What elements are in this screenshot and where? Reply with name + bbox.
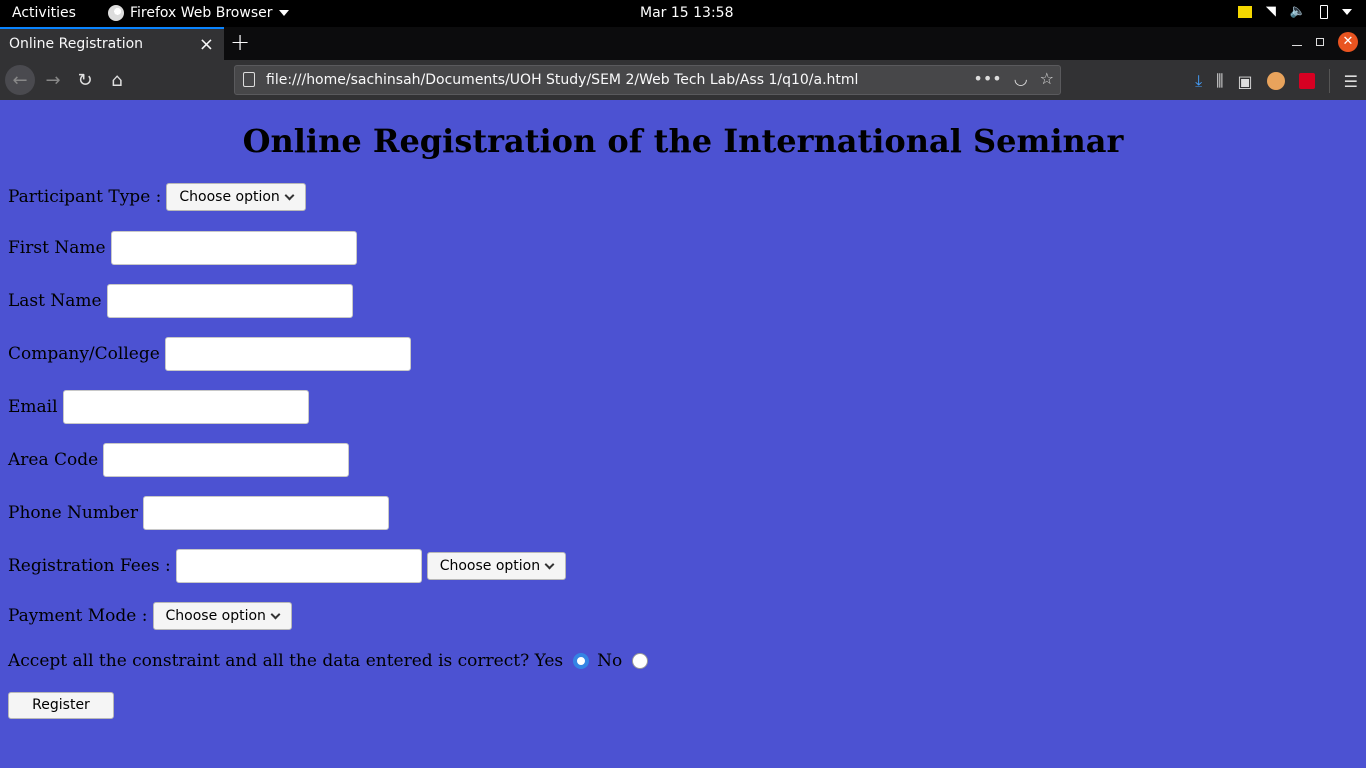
page-title: Online Registration of the International…: [242, 122, 1124, 160]
url-bar[interactable]: file:///home/sachinsah/Documents/UOH Stu…: [234, 65, 1061, 95]
fees-select-value: Choose option: [439, 558, 541, 574]
minimize-button[interactable]: [1292, 44, 1302, 46]
phone-row: Phone Number: [8, 496, 390, 530]
register-button[interactable]: Register: [8, 692, 114, 719]
accept-yes-radio[interactable]: [573, 653, 590, 669]
library-icon[interactable]: ⫼: [1216, 71, 1223, 91]
accept-row: Accept all the constraint and all the da…: [8, 651, 656, 671]
participant-type-select-value: Choose option: [179, 189, 280, 205]
hamburger-menu-icon[interactable]: ☰: [1344, 72, 1358, 91]
system-menu-caret-icon[interactable]: [1342, 8, 1352, 15]
download-icon[interactable]: ⤓: [1195, 71, 1202, 91]
accept-no-radio[interactable]: [632, 653, 649, 669]
email-row: Email: [8, 390, 309, 424]
last-name-input[interactable]: [106, 284, 353, 318]
tab-close-icon[interactable]: ×: [199, 34, 214, 55]
page-icon: [243, 72, 255, 87]
fees-select[interactable]: Choose option: [426, 552, 567, 580]
chevron-down-icon: [544, 559, 555, 569]
tab-title: Online Registration: [9, 36, 144, 52]
phone-label: Phone Number: [8, 503, 139, 523]
maximize-button[interactable]: [1316, 38, 1324, 46]
volume-icon: 🔈: [1289, 4, 1306, 19]
caret-down-icon: [278, 10, 289, 16]
area-code-input[interactable]: [103, 443, 350, 477]
reload-button[interactable]: ↻: [70, 65, 100, 95]
company-input[interactable]: [164, 337, 411, 371]
navigation-toolbar: ← → ↻ ⌂ file:///home/sachinsah/Documents…: [0, 60, 1366, 100]
page-content: Online Registration of the International…: [0, 100, 1366, 768]
accept-label: Accept all the constraint and all the da…: [8, 651, 564, 671]
payment-mode-select[interactable]: Choose option: [152, 602, 292, 630]
toolbar-separator: [1328, 69, 1330, 93]
window-controls: ✕: [1292, 32, 1358, 52]
back-button[interactable]: ←: [5, 65, 35, 95]
first-name-input[interactable]: [110, 231, 357, 265]
forward-button[interactable]: →: [38, 65, 68, 95]
sidebar-icon[interactable]: ▣: [1238, 72, 1253, 91]
tab-strip: Online Registration × + ✕: [0, 27, 1366, 60]
notes-icon[interactable]: [1237, 5, 1252, 18]
wifi-icon: ◥: [1265, 4, 1276, 19]
company-row: Company/College: [8, 337, 411, 371]
payment-mode-select-value: Choose option: [165, 608, 266, 624]
app-menu-label: Firefox Web Browser: [130, 5, 273, 21]
first-name-row: First Name: [8, 231, 357, 265]
chevron-down-icon: [284, 190, 295, 200]
firefox-icon: [108, 5, 124, 21]
email-input[interactable]: [62, 390, 309, 424]
app-menu[interactable]: Firefox Web Browser: [108, 5, 289, 21]
email-label: Email: [8, 397, 58, 417]
payment-mode-row: Payment Mode : Choose option: [8, 602, 292, 630]
fees-row: Registration Fees : Choose option: [8, 549, 567, 583]
company-label: Company/College: [8, 344, 160, 364]
home-button[interactable]: ⌂: [102, 65, 132, 95]
payment-mode-label: Payment Mode :: [8, 606, 148, 626]
phone-input[interactable]: [143, 496, 390, 530]
last-name-label: Last Name: [8, 291, 102, 311]
fees-input[interactable]: [175, 549, 422, 583]
last-name-row: Last Name: [8, 284, 353, 318]
new-tab-button[interactable]: +: [230, 28, 250, 56]
area-code-label: Area Code: [8, 450, 99, 470]
page-actions-icon[interactable]: •••: [973, 69, 1001, 88]
bookmark-star-icon[interactable]: ☆: [1040, 69, 1054, 88]
toolbar-right: ⤓ ⫼ ▣ ☰: [1195, 69, 1358, 93]
extension-icon[interactable]: [1298, 73, 1315, 89]
system-tray[interactable]: ◥ 🔈: [1237, 4, 1352, 19]
clock[interactable]: Mar 15 13:58: [640, 5, 733, 21]
battery-icon: [1320, 4, 1328, 19]
account-avatar-icon[interactable]: [1266, 72, 1285, 90]
chevron-down-icon: [270, 609, 281, 619]
url-text[interactable]: file:///home/sachinsah/Documents/UOH Stu…: [266, 72, 858, 88]
tab-online-registration[interactable]: Online Registration ×: [0, 27, 224, 60]
participant-type-select[interactable]: Choose option: [166, 183, 306, 211]
activities-button[interactable]: Activities: [12, 5, 76, 21]
pocket-icon[interactable]: ◡: [1014, 69, 1028, 88]
area-code-row: Area Code: [8, 443, 350, 477]
fees-label: Registration Fees :: [8, 556, 171, 576]
first-name-label: First Name: [8, 238, 106, 258]
participant-type-label: Participant Type :: [8, 187, 162, 207]
url-actions: ••• ◡ ☆: [973, 69, 1054, 88]
participant-type-row: Participant Type : Choose option: [8, 183, 306, 211]
window-close-button[interactable]: ✕: [1338, 32, 1358, 52]
system-top-bar: Activities Firefox Web Browser Mar 15 13…: [0, 0, 1366, 27]
accept-no-label: No: [597, 651, 623, 671]
